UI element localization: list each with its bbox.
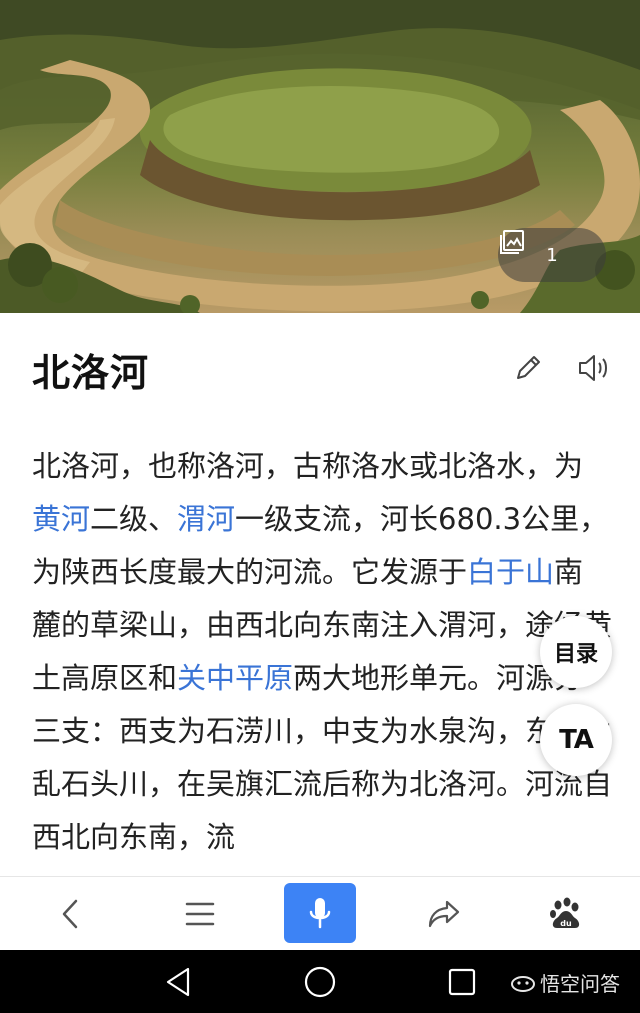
speaker-icon[interactable] <box>576 350 612 386</box>
table-of-contents-button[interactable]: 目录 <box>540 616 612 688</box>
system-back-button[interactable] <box>158 962 198 1002</box>
gallery-icon <box>500 230 524 254</box>
bottom-toolbar: du <box>0 876 640 950</box>
article-link[interactable]: 黄河 <box>32 502 90 536</box>
baidu-home-button[interactable]: du <box>536 877 596 951</box>
edit-pencil-icon[interactable] <box>512 352 544 384</box>
page-title: 北洛河 <box>32 351 150 395</box>
microphone-icon <box>309 898 331 929</box>
square-recents-icon <box>448 968 476 996</box>
menu-icon <box>185 902 215 926</box>
article-link[interactable]: 白于山 <box>467 555 554 589</box>
watermark: 悟空问答 <box>510 968 620 997</box>
share-button[interactable] <box>414 877 474 951</box>
system-home-button[interactable] <box>300 962 340 1002</box>
system-navigation-bar: 悟空问答 <box>0 950 640 1013</box>
baidu-paw-icon: du <box>550 897 580 928</box>
watermark-text: 悟空问答 <box>540 972 620 996</box>
hero-image[interactable]: 1 <box>0 0 640 313</box>
circle-home-icon <box>304 966 336 998</box>
article-link[interactable]: 渭河 <box>177 502 235 536</box>
article-body: 北洛河，也称洛河，古称洛水或北洛水，为黄河二级、渭河一级支流，河长680.3公里… <box>32 440 612 870</box>
photo-count-value: 1 <box>546 244 558 266</box>
photo-count-badge[interactable]: 1 <box>498 228 606 282</box>
wukong-logo-icon <box>511 975 535 992</box>
voice-search-button[interactable] <box>284 883 356 943</box>
article-text: 北洛河，也称洛河，古称洛水或北洛水，为 <box>32 449 584 483</box>
text-size-button[interactable]: TA <box>540 704 612 776</box>
back-button[interactable] <box>40 877 100 951</box>
svg-text:du: du <box>560 919 572 928</box>
system-recents-button[interactable] <box>442 962 482 1002</box>
article-text: 二级、 <box>90 502 178 536</box>
back-icon <box>62 899 78 929</box>
triangle-back-icon <box>166 967 190 997</box>
article-link[interactable]: 关中平原 <box>177 661 293 695</box>
menu-button[interactable] <box>170 877 230 951</box>
share-icon <box>428 900 460 928</box>
